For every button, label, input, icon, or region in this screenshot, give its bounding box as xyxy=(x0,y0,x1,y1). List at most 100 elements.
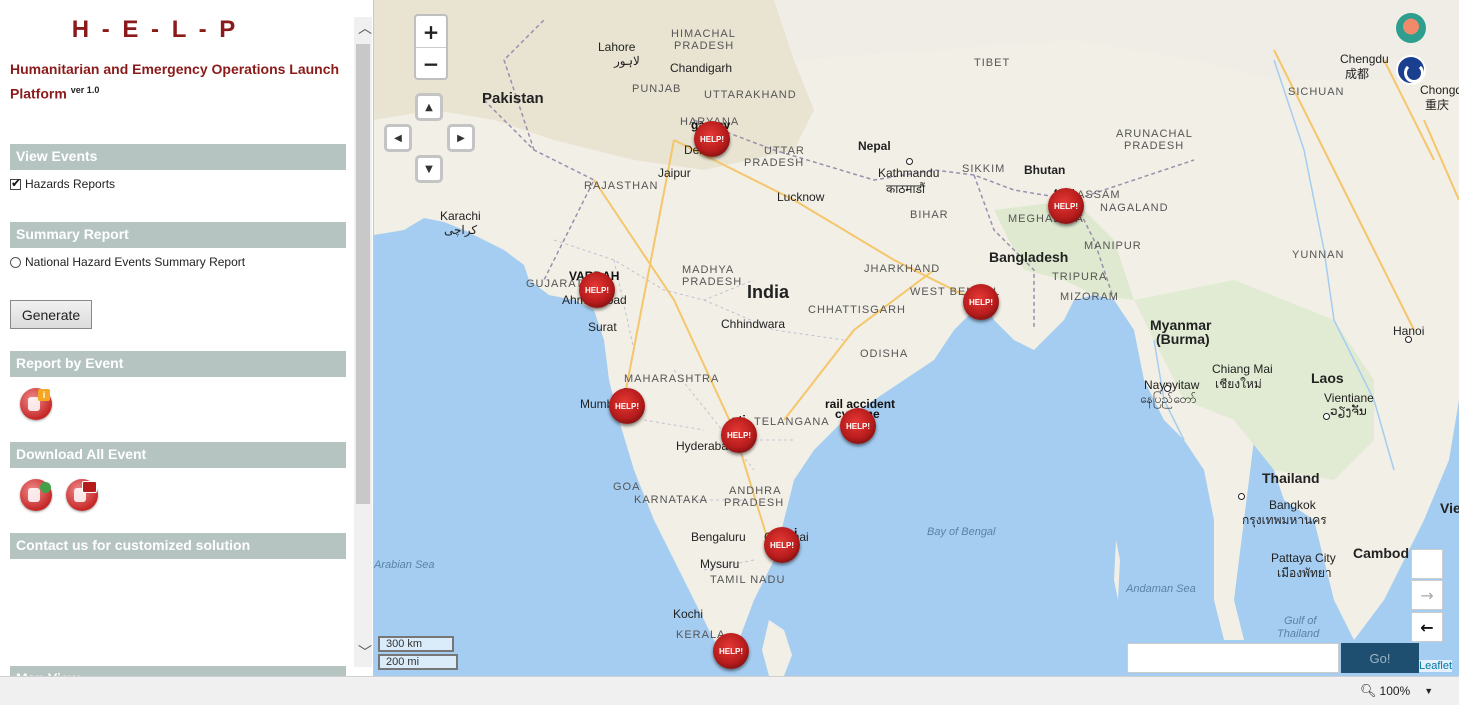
download-excel-icon[interactable] xyxy=(20,479,52,511)
summary-report-label: National Hazard Events Summary Report xyxy=(25,255,246,269)
label-uttarakhand: UTTARAKHAND xyxy=(704,89,797,101)
leaflet-attribution[interactable]: Leaflet xyxy=(1419,660,1453,672)
label-gulf-thailand: Thailand xyxy=(1277,628,1320,640)
hazards-reports-checkbox[interactable] xyxy=(10,176,21,190)
hazards-reports-option[interactable]: Hazards Reports xyxy=(10,176,115,191)
label-punjab: PUNJAB xyxy=(632,83,682,95)
label-andhra-pradesh: PRADESH xyxy=(724,497,785,509)
label-kathmandu-nepali: काठमाडौं xyxy=(886,182,926,196)
magnifier-icon: 🔍︎ xyxy=(1360,683,1377,698)
label-vientiane-lao: ວຽງຈັນ xyxy=(1330,404,1367,418)
label-lahore: Lahore xyxy=(598,40,636,54)
help-marker[interactable]: HELP! xyxy=(579,272,615,308)
summary-report-option[interactable]: National Hazard Events Summary Report xyxy=(10,255,245,269)
help-marker-text: HELP! xyxy=(700,134,724,144)
nav-blank-button[interactable] xyxy=(1411,549,1443,579)
label-chiang-mai-thai: เชียงใหม่ xyxy=(1215,377,1262,391)
label-bangkok-thai: กรุงเทพมหานคร xyxy=(1242,513,1327,527)
label-mizoram: MIZORAM xyxy=(1060,291,1119,303)
label-chhattisgarh: CHHATTISGARH xyxy=(808,304,906,316)
label-naypyitaw-burmese: နေပြည်တော် xyxy=(1140,392,1197,406)
label-naypyitaw: Naypyitaw xyxy=(1144,378,1200,392)
sidebar-scrollbar-thumb[interactable] xyxy=(356,44,370,504)
report-by-event-header[interactable]: Report by Event xyxy=(10,351,346,377)
label-pakistan: Pakistan xyxy=(482,90,544,107)
generate-button[interactable]: Generate xyxy=(10,300,92,329)
info-badge-icon: i xyxy=(38,389,50,401)
label-kathmandu: Kathmandu xyxy=(878,166,940,180)
map-view-header[interactable]: Map View xyxy=(10,666,346,676)
search-input[interactable] xyxy=(1127,643,1339,673)
label-jaipur: Jaipur xyxy=(658,166,691,180)
scroll-up-icon[interactable]: ︿ xyxy=(358,18,372,38)
label-vientiane: Vientiane xyxy=(1324,391,1374,405)
label-sichuan: SICHUAN xyxy=(1288,86,1345,98)
label-nepal: Nepal xyxy=(858,139,891,153)
contact-header[interactable]: Contact us for customized solution xyxy=(10,533,346,559)
app-subtitle: Humanitarian and Emergency Operations La… xyxy=(10,59,340,105)
layers-icon[interactable] xyxy=(1396,13,1426,43)
help-marker[interactable]: HELP! xyxy=(694,121,730,157)
city-dot xyxy=(1238,493,1245,500)
label-telangana: TELANGANA xyxy=(754,416,830,428)
label-arabian-sea: Arabian Sea xyxy=(374,559,435,571)
summary-report-radio[interactable] xyxy=(10,256,21,268)
label-thailand: Thailand xyxy=(1262,470,1320,486)
help-marker-text: HELP! xyxy=(770,540,794,550)
pan-left-button[interactable]: ◀ xyxy=(384,124,412,152)
app-title: H - E - L - P xyxy=(71,16,239,43)
help-marker[interactable]: HELP! xyxy=(963,284,999,320)
event-report-icon[interactable]: i xyxy=(20,388,52,420)
download-all-header[interactable]: Download All Event xyxy=(10,442,346,468)
power-icon-ring xyxy=(1404,63,1424,83)
label-pattaya-thai: เมืองพัทยา xyxy=(1277,566,1332,580)
label-bhutan: Bhutan xyxy=(1024,163,1066,177)
help-marker[interactable]: HELP! xyxy=(609,388,645,424)
power-icon[interactable] xyxy=(1396,55,1426,85)
label-kochi: Kochi xyxy=(673,607,704,621)
label-surat: Surat xyxy=(588,320,617,334)
zoom-in-button[interactable]: + xyxy=(416,16,446,48)
zoom-level-control[interactable]: 🔍︎ 100% ▼ xyxy=(1360,683,1433,699)
help-marker[interactable]: HELP! xyxy=(721,417,757,453)
sidebar-panel: H - E - L - P Humanitarian and Emergency… xyxy=(0,0,374,676)
back-arrow-icon[interactable]: ← xyxy=(1411,612,1443,642)
zoom-control: + − xyxy=(414,14,448,80)
label-bengaluru: Bengaluru xyxy=(691,530,746,544)
label-jharkhand: JHARKHAND xyxy=(864,263,941,275)
label-rajasthan: RAJASTHAN xyxy=(584,180,659,192)
label-tripura: TRIPURA xyxy=(1052,271,1108,283)
pan-down-button[interactable]: ▼ xyxy=(415,155,443,183)
scroll-down-icon[interactable]: ﹀ xyxy=(358,642,372,662)
download-pdf-icon[interactable] xyxy=(66,479,98,511)
go-button[interactable]: Go! xyxy=(1341,643,1419,673)
label-chengdu: Chengdu xyxy=(1340,52,1389,66)
zoom-out-button[interactable]: − xyxy=(416,48,446,79)
summary-report-header[interactable]: Summary Report xyxy=(10,222,346,248)
label-himachal-pradesh: PRADESH xyxy=(674,40,735,52)
label-yunnan: YUNNAN xyxy=(1292,249,1345,261)
view-events-header[interactable]: View Events xyxy=(10,144,346,170)
city-dot xyxy=(1405,336,1412,343)
pdf-badge-icon xyxy=(82,481,97,493)
map-view[interactable]: Pakistan India Nepal Bhutan Bangladesh M… xyxy=(374,0,1459,676)
chevron-down-icon[interactable]: ▼ xyxy=(1424,686,1433,696)
label-cambodia: Cambod xyxy=(1353,545,1409,561)
app-subtitle-text: Humanitarian and Emergency Operations La… xyxy=(10,61,340,102)
help-marker[interactable]: HELP! xyxy=(1048,188,1084,224)
sri-lanka-land xyxy=(762,620,792,676)
city-dot xyxy=(1323,413,1330,420)
label-goa: GOA xyxy=(613,481,641,493)
help-marker[interactable]: HELP! xyxy=(764,527,800,563)
help-marker[interactable]: HELP! xyxy=(840,408,876,444)
label-chhindwara: Chhindwara xyxy=(721,317,786,331)
help-marker-text: HELP! xyxy=(615,401,639,411)
label-maharashtra: MAHARASHTRA xyxy=(624,373,720,385)
label-chiang-mai: Chiang Mai xyxy=(1212,362,1273,376)
label-chongqing-cn: 重庆 xyxy=(1425,98,1450,112)
forward-arrow-icon[interactable]: → xyxy=(1411,580,1443,610)
label-bangkok: Bangkok xyxy=(1269,498,1316,512)
pan-up-button[interactable]: ▲ xyxy=(415,93,443,121)
help-marker[interactable]: HELP! xyxy=(713,633,749,669)
pan-right-button[interactable]: ▶ xyxy=(447,124,475,152)
